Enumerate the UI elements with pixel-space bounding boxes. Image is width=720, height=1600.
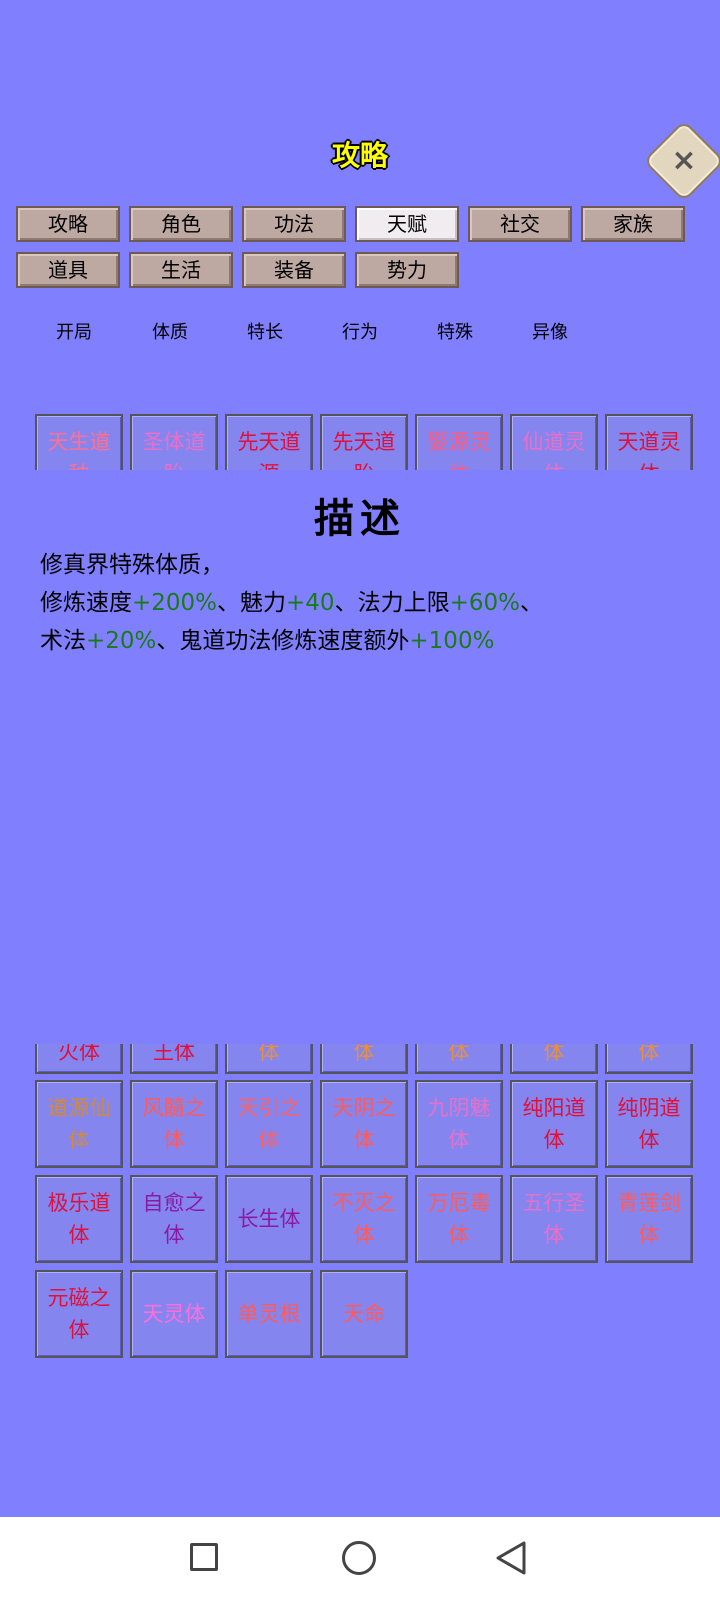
subtab-xingwei[interactable]: 行为 [320, 318, 400, 344]
tab-juese[interactable]: 角色 [129, 206, 233, 242]
talent-label: 先天道 源 [237, 430, 301, 470]
close-button[interactable]: × [642, 119, 720, 203]
talent-label: 体 [638, 1044, 660, 1064]
subtab-teshu[interactable]: 特殊 [415, 318, 495, 344]
talent-cell[interactable]: 火体 [35, 1044, 123, 1074]
talent-label: 体 [448, 1044, 470, 1064]
talent-label: 体 [543, 1044, 565, 1064]
tab-zhuangbei[interactable]: 装备 [242, 252, 346, 288]
talent-label: 元磁之 体 [47, 1286, 111, 1342]
talent-cell[interactable]: 万厄毒 体 [415, 1175, 503, 1263]
page-title: 攻略 [331, 139, 388, 172]
talent-label: 天引之 体 [237, 1096, 301, 1152]
talent-label: 天阴之 体 [332, 1096, 396, 1152]
subtab-kaiju[interactable]: 开局 [34, 318, 114, 344]
talent-cell[interactable]: 风髓之 体 [130, 1080, 218, 1168]
talent-cell[interactable]: 单灵根 [225, 1270, 313, 1358]
subtab-yixiang[interactable]: 异像 [510, 318, 590, 344]
back-icon[interactable] [494, 1540, 528, 1576]
talent-cell[interactable]: 元磁之 体 [35, 1270, 123, 1358]
subtab-techang[interactable]: 特长 [225, 318, 305, 344]
talent-cell[interactable]: 九阴魅 体 [415, 1080, 503, 1168]
talent-cell[interactable]: 道源仙 体 [35, 1080, 123, 1168]
talent-label: 天生道 种 [47, 430, 111, 470]
talent-label: 体 [353, 1044, 375, 1064]
close-icon: × [671, 143, 697, 178]
talent-cell[interactable]: 长生体 [225, 1175, 313, 1263]
tab-daoju[interactable]: 道具 [16, 252, 120, 288]
talent-label: 长生体 [237, 1207, 301, 1231]
talent-label: 仙道灵 体 [522, 430, 586, 470]
talent-label: 纯阴道 体 [617, 1096, 681, 1152]
talent-cell[interactable]: 体 [510, 1044, 598, 1074]
talent-cell[interactable]: 纯阴道 体 [605, 1080, 693, 1168]
tab-shenghuo[interactable]: 生活 [129, 252, 233, 288]
tab-shejiao[interactable]: 社交 [468, 206, 572, 242]
talent-label: 王体 [153, 1044, 195, 1064]
talent-label: 天灵体 [142, 1302, 206, 1326]
talent-cell[interactable]: 青莲剑 体 [605, 1175, 693, 1263]
talent-label: 天道灵 体 [617, 430, 681, 470]
talent-cell[interactable]: 天引之 体 [225, 1080, 313, 1168]
talent-label: 天命 [343, 1302, 385, 1326]
description-line: 修炼速度+200%、魅力+40、法力上限+60%、 [40, 590, 543, 616]
talent-label: 先天道 胎 [332, 430, 396, 470]
talent-cell[interactable]: 仙道灵 体 [510, 414, 598, 470]
talent-cell[interactable]: 体 [225, 1044, 313, 1074]
talent-label: 青莲剑 体 [617, 1191, 681, 1247]
description-line: 修真界特殊体质， [40, 552, 224, 578]
talent-cell[interactable]: 纯阳道 体 [510, 1080, 598, 1168]
tab-jiazu[interactable]: 家族 [581, 206, 685, 242]
description-line: 术法+20%、鬼道功法修炼速度额外+100% [40, 628, 495, 654]
talent-cell[interactable]: 五行圣 体 [510, 1175, 598, 1263]
talent-cell[interactable]: 王体 [130, 1044, 218, 1074]
recent-apps-icon[interactable] [190, 1543, 218, 1571]
talent-cell[interactable]: 先天道 源 [225, 414, 313, 470]
talent-cell[interactable]: 体 [415, 1044, 503, 1074]
talent-cell[interactable]: 不灭之 体 [320, 1175, 408, 1263]
talent-label: 五行圣 体 [522, 1191, 586, 1247]
tab-gonglue[interactable]: 攻略 [16, 206, 120, 242]
talent-cell[interactable]: 圣体道 胎 [130, 414, 218, 470]
talent-cell[interactable]: 极乐道 体 [35, 1175, 123, 1263]
talent-grid-top-strip: 天生道 种 圣体道 胎 先天道 源 先天道 胎 婴源灵 体 仙道灵 体 天道灵 … [0, 414, 720, 470]
description-text: 修真界特殊体质， 修炼速度+200%、魅力+40、法力上限+60%、 术法+20… [40, 546, 680, 660]
tab-gongfa[interactable]: 功法 [242, 206, 346, 242]
talent-label: 婴源灵 体 [427, 430, 491, 470]
tab-tianfu[interactable]: 天赋 [355, 206, 459, 242]
talent-cell[interactable]: 天阴之 体 [320, 1080, 408, 1168]
talent-label: 极乐道 体 [47, 1191, 111, 1247]
talent-cell[interactable]: 自愈之 体 [130, 1175, 218, 1263]
tab-shili[interactable]: 势力 [355, 252, 459, 288]
talent-cell[interactable]: 天生道 种 [35, 414, 123, 470]
talent-cell[interactable]: 天灵体 [130, 1270, 218, 1358]
talent-label: 单灵根 [237, 1302, 301, 1326]
talent-cell[interactable]: 体 [605, 1044, 693, 1074]
talent-label: 圣体道 胎 [142, 430, 206, 470]
talent-grid-partial-row: 火体 王体 体 体 体 体 体 [0, 1044, 720, 1074]
home-icon[interactable] [342, 1541, 376, 1575]
talent-cell[interactable]: 天道灵 体 [605, 414, 693, 470]
talent-cell[interactable]: 先天道 胎 [320, 414, 408, 470]
talent-label: 万厄毒 体 [427, 1191, 491, 1247]
talent-label: 道源仙 体 [47, 1096, 111, 1152]
description-heading: 描述 [314, 495, 406, 542]
talent-label: 不灭之 体 [332, 1191, 396, 1247]
talent-label: 风髓之 体 [142, 1096, 206, 1152]
talent-label: 火体 [58, 1044, 100, 1064]
talent-label: 纯阳道 体 [522, 1096, 586, 1152]
talent-cell[interactable]: 婴源灵 体 [415, 414, 503, 470]
talent-label: 体 [258, 1044, 280, 1064]
talent-label: 九阴魅 体 [427, 1096, 491, 1152]
talent-label: 自愈之 体 [142, 1191, 206, 1247]
talent-cell[interactable]: 天命 [320, 1270, 408, 1358]
talent-cell[interactable]: 体 [320, 1044, 408, 1074]
subtab-tizhi[interactable]: 体质 [130, 318, 210, 344]
